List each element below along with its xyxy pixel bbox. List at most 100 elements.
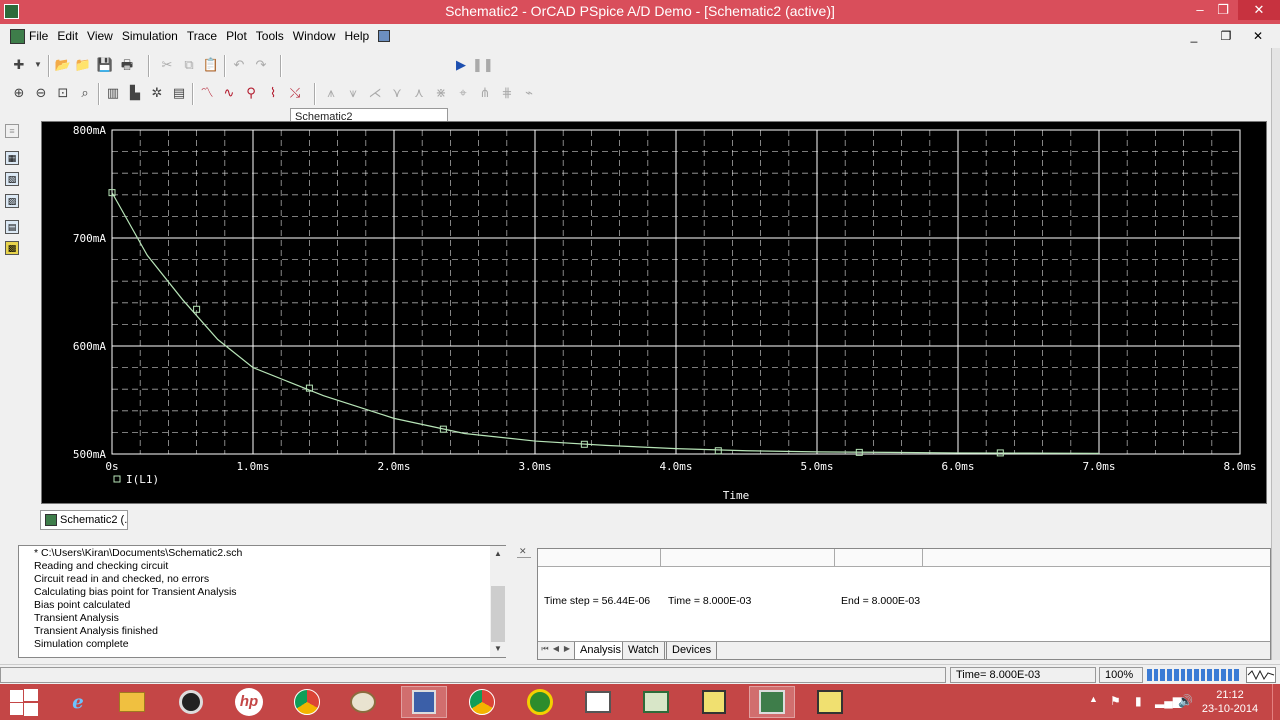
menu-simulation[interactable]: Simulation — [122, 29, 178, 43]
zoom-in-icon[interactable]: ⊕ — [10, 84, 28, 102]
output-scrollbar[interactable]: ▲ ▼ — [490, 546, 506, 657]
tab-watch[interactable]: Watch — [622, 642, 665, 660]
fourier-icon[interactable]: ▙ — [126, 84, 144, 102]
view-simulation-messages-icon[interactable]: ▨ — [5, 194, 19, 208]
panel-splitter[interactable]: ✕ — [515, 541, 533, 661]
menu-window[interactable]: Window — [293, 29, 336, 43]
action-center-icon[interactable]: ⚑ — [1110, 694, 1121, 708]
mark-data-points-icon[interactable]: ⌁ — [520, 84, 538, 102]
waveform-status-icon — [1246, 667, 1276, 683]
close-button[interactable]: ✕ — [1238, 0, 1280, 20]
save-icon[interactable]: 💾 — [96, 56, 114, 74]
toggle-output-icon[interactable]: ≡ — [5, 124, 19, 138]
paste-icon[interactable]: 📋 — [202, 56, 220, 74]
cursor-next-transition-icon[interactable]: ⋔ — [476, 84, 494, 102]
y-tick-label: 700mA — [73, 232, 106, 245]
zoom-fit-icon[interactable]: ⌕ — [76, 84, 94, 102]
add-trace-icon[interactable]: 〽 — [198, 84, 216, 102]
menu-view[interactable]: View — [87, 29, 113, 43]
tab-devices[interactable]: Devices — [666, 642, 718, 660]
scroll-up-icon[interactable]: ▲ — [490, 546, 506, 562]
volume-icon[interactable]: 🔊 — [1178, 694, 1193, 708]
internet-explorer-icon[interactable]: ℯ — [55, 686, 101, 718]
orcad-capture-icon[interactable] — [575, 686, 621, 718]
show-desktop-button[interactable] — [1272, 684, 1280, 720]
menu-help[interactable]: Help — [344, 29, 369, 43]
taskbar-clock[interactable]: 21:12 23-10-2014 — [1200, 688, 1260, 716]
output-panel[interactable]: * C:\Users\Kiran\Documents\Schematic2.sc… — [18, 545, 506, 658]
mdi-minimize-button[interactable]: _ — [1180, 27, 1208, 45]
view-output-file-icon[interactable]: ▧ — [5, 172, 19, 186]
restore-button[interactable]: ❐ — [1208, 0, 1238, 20]
start-button[interactable] — [8, 688, 38, 716]
chrome-icon[interactable] — [284, 686, 330, 718]
mark-label-icon[interactable]: ⌇ — [264, 84, 282, 102]
redo-icon[interactable]: ↷ — [252, 56, 270, 74]
hp-icon[interactable]: hp — [226, 686, 272, 718]
cursor-previous-transition-icon[interactable]: ⋕ — [498, 84, 516, 102]
pause-icon[interactable]: ❚❚ — [472, 56, 494, 74]
cursor-search-icon[interactable]: ⌖ — [454, 84, 472, 102]
pspice-probe-icon[interactable] — [807, 686, 853, 718]
undo-icon[interactable]: ↶ — [230, 56, 248, 74]
cut-icon[interactable]: ✂ — [158, 56, 176, 74]
tab-analysis[interactable]: Analysis — [574, 642, 627, 660]
context-help-icon[interactable] — [378, 30, 391, 42]
camstudio-icon[interactable] — [517, 686, 563, 718]
new-dropdown-icon[interactable]: ▼ — [29, 56, 47, 74]
waveform-plot[interactable]: 800mA 700mA 600mA 500mA0s 1.0ms 2.0ms 3.0ms 4.0… — [42, 122, 1268, 505]
battery-icon[interactable]: ▮ — [1135, 694, 1142, 708]
chrome-app-icon[interactable] — [459, 686, 505, 718]
mdi-restore-button[interactable]: ❐ — [1212, 27, 1240, 45]
add-markers-icon[interactable]: ⚲ — [242, 84, 260, 102]
toggle-grid-icon[interactable]: ▤ — [170, 84, 188, 102]
pin-icon[interactable]: ✕ — [519, 546, 527, 557]
zoom-area-icon[interactable]: ⊡ — [54, 84, 72, 102]
play-icon[interactable]: ▶ — [452, 56, 470, 74]
tab-first-icon[interactable]: ⏮ — [540, 644, 550, 656]
document-tab[interactable]: Schematic2 (... — [40, 510, 128, 530]
paint-icon[interactable] — [340, 686, 386, 718]
menu-tools[interactable]: Tools — [256, 29, 284, 43]
probe-plot-window[interactable]: 800mA 700mA 600mA 500mA 0s 1.0ms 2.0ms 3.0ms 4.0… — [41, 121, 1267, 504]
camera-app-icon[interactable] — [168, 686, 214, 718]
cursor-point-icon[interactable]: ⋇ — [432, 84, 450, 102]
eval-goal-function-icon[interactable]: ∿ — [220, 84, 238, 102]
cursor-trough-icon[interactable]: ⩛ — [344, 84, 362, 102]
file-explorer-icon[interactable] — [109, 686, 155, 718]
cursor-max-icon[interactable]: ⋏ — [410, 84, 428, 102]
orcad-schematics-icon[interactable] — [633, 686, 679, 718]
orcad-editor-icon[interactable] — [691, 686, 737, 718]
menu-plot[interactable]: Plot — [226, 29, 247, 43]
legend-label[interactable]: I(L1) — [126, 473, 159, 486]
pspice-ad-icon[interactable] — [749, 686, 795, 718]
view-simulation-results-icon[interactable]: ▦ — [5, 151, 19, 165]
copy-icon[interactable]: ⧉ — [180, 56, 198, 74]
scroll-down-icon[interactable]: ▼ — [490, 641, 506, 657]
zoom-out-icon[interactable]: ⊖ — [32, 84, 50, 102]
open-folder-icon[interactable]: 📂 — [54, 56, 72, 74]
mdi-close-button[interactable]: ✕ — [1244, 27, 1272, 45]
menu-file[interactable]: File — [29, 29, 48, 43]
toggle-simulation-status-icon[interactable]: ▤ — [5, 220, 19, 234]
tab-next-icon[interactable]: ▶ — [562, 644, 572, 656]
cursor-peak-icon[interactable]: ⩚ — [322, 84, 340, 102]
axis-settings-icon[interactable]: ▥ — [104, 84, 122, 102]
media-recorder-icon[interactable] — [401, 686, 447, 718]
open-recent-icon[interactable]: 📁 — [74, 56, 92, 74]
cursor-slope-icon[interactable]: ⋌ — [366, 84, 384, 102]
tab-prev-icon[interactable]: ◀ — [551, 644, 561, 656]
menu-edit[interactable]: Edit — [57, 29, 78, 43]
schematic-icon — [45, 514, 57, 526]
performance-analysis-icon[interactable]: ✲ — [148, 84, 166, 102]
print-icon[interactable]: 🖶 — [118, 56, 136, 74]
new-file-icon[interactable]: ✚ — [10, 56, 28, 74]
cursor-min-icon[interactable]: ⋎ — [388, 84, 406, 102]
cursor-toggle-icon[interactable]: ⤯ — [286, 84, 304, 102]
tray-expand-icon[interactable]: ▲ — [1089, 694, 1098, 704]
toggle-watch-window-icon[interactable]: ▩ — [5, 241, 19, 255]
scrollbar-thumb[interactable] — [491, 586, 505, 642]
plot-toolbar: ⊕ ⊖ ⊡ ⌕ ▥ ▙ ✲ ▤ 〽 ∿ ⚲ ⌇ ⤯ ⩚ ⩛ ⋌ ⋎ ⋏ ⋇ ⌖ … — [0, 80, 1280, 108]
document-icon[interactable] — [10, 29, 25, 44]
menu-trace[interactable]: Trace — [187, 29, 217, 43]
